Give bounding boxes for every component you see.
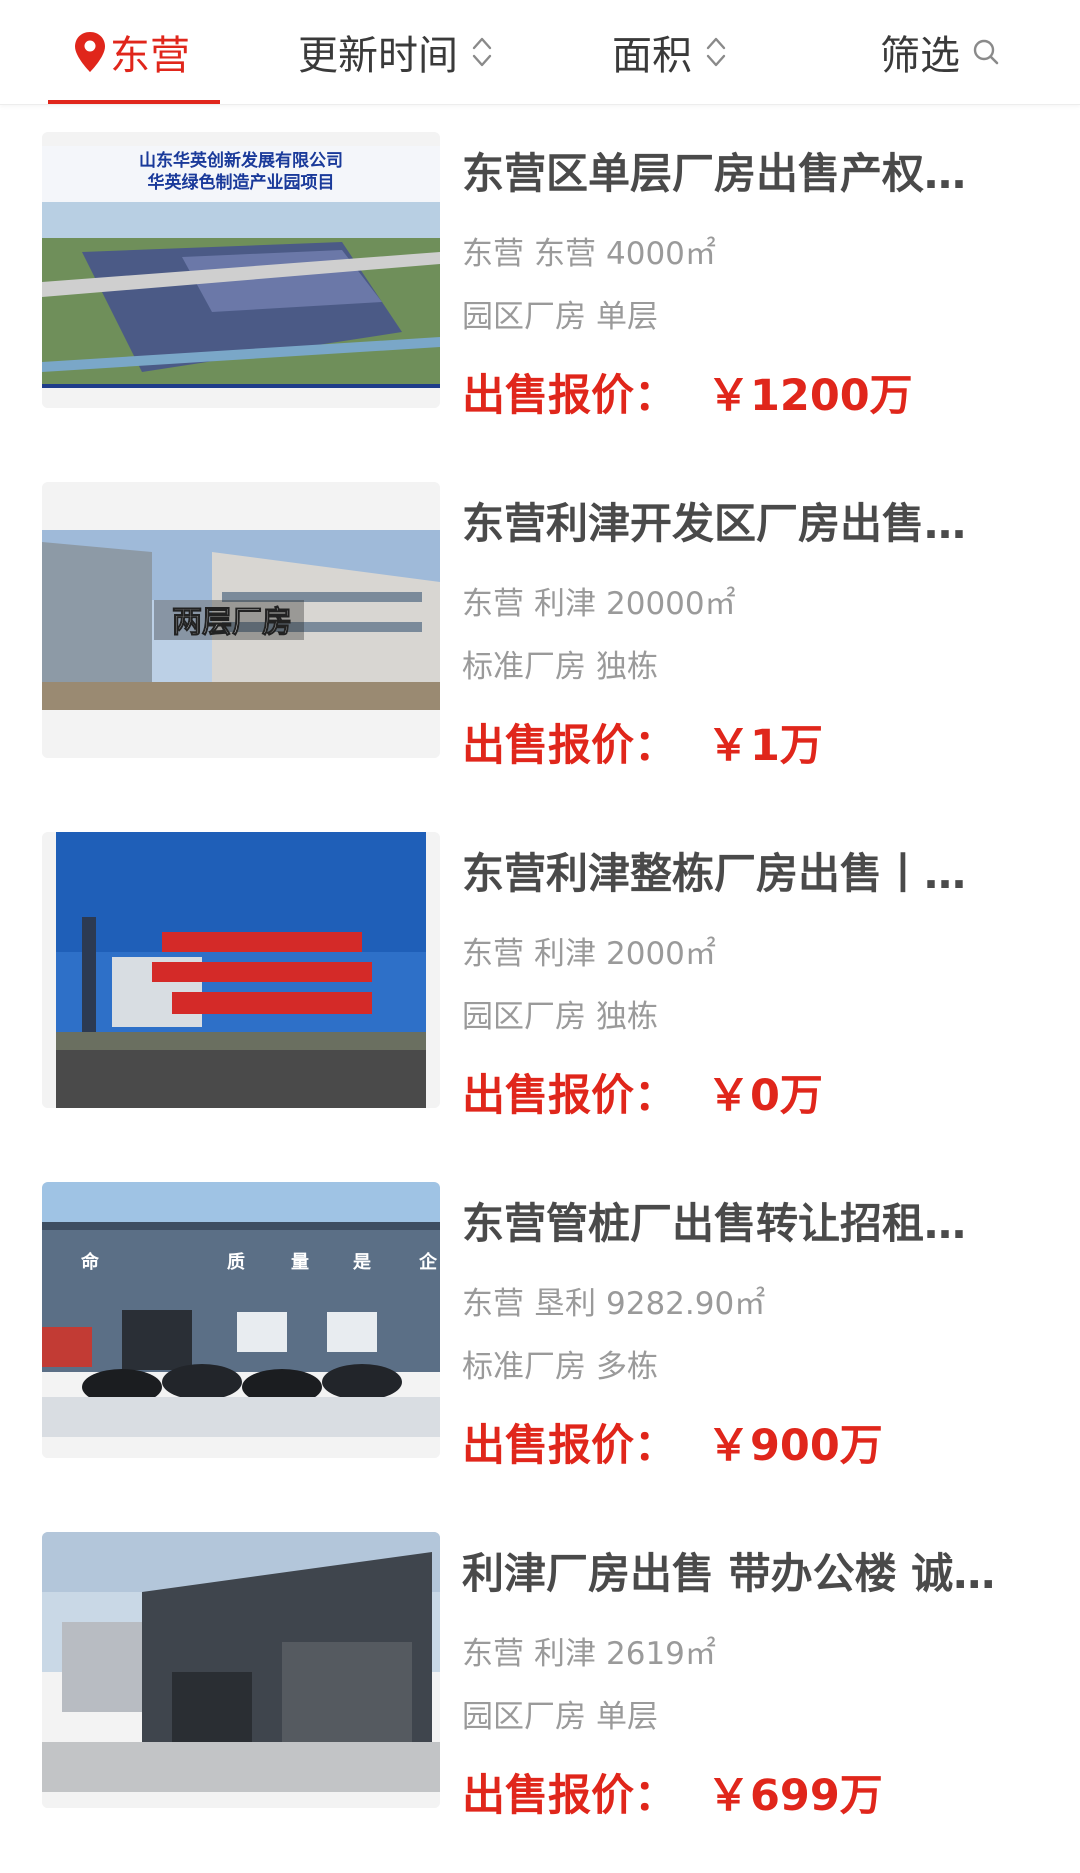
listing-card[interactable]: 山东华英创新发展有限公司 华英绿色制造产业园项目 东营区单层厂房出售产权… 东营… — [0, 104, 1080, 454]
wall-text: 质 — [227, 1252, 245, 1273]
image-caption: 山东华英创新发展有限公司 — [139, 150, 343, 170]
listing-building-type: 独栋 — [596, 649, 658, 685]
two-story-factory-image: 两层厂房 — [42, 482, 440, 758]
price-value: ￥0万 — [707, 1071, 823, 1121]
steel-shed-factory-image — [42, 1532, 440, 1808]
listing-location: 东营 利津 2000㎡ — [462, 934, 1022, 974]
wall-text: 命 — [81, 1251, 100, 1273]
listing-location: 东营 利津 2619㎡ — [462, 1634, 1022, 1674]
filter-bar: 东营 更新时间 面积 筛选 — [0, 0, 1080, 105]
listing-building-type: 多栋 — [596, 1349, 658, 1385]
price-label: 出售报价： — [462, 1421, 677, 1471]
listing-area: 4000㎡ — [606, 236, 716, 272]
listing-image — [42, 1532, 440, 1808]
listing-image: 两层厂房 — [42, 482, 440, 758]
price-value: ￥1200万 — [707, 371, 913, 421]
red-facade-building-image — [42, 832, 440, 1108]
listing-area: 9282.90㎡ — [606, 1286, 766, 1322]
listing-category: 园区厂房 — [462, 1699, 586, 1735]
listing-tags: 园区厂房 单层 — [462, 1697, 1022, 1737]
listing-card[interactable]: 东营利津整栋厂房出售丨… 东营 利津 2000㎡ 园区厂房 独栋 出售报价： ￥0万 — [0, 804, 1080, 1154]
listing-category: 标准厂房 — [462, 1349, 586, 1385]
sort-updown-icon — [706, 37, 726, 67]
sort-area-tab[interactable]: 面积 — [612, 0, 728, 104]
price-label: 出售报价： — [462, 371, 677, 421]
listing-location: 东营 垦利 9282.90㎡ — [462, 1284, 1022, 1324]
wall-text: 企 — [418, 1251, 438, 1273]
sort-updown-icon — [472, 37, 492, 67]
listing-title: 利津厂房出售 带办公楼 诚… — [462, 1549, 996, 1598]
sort-update-time-tab[interactable]: 更新时间 — [298, 0, 494, 104]
listing-city: 东营 — [462, 1636, 524, 1672]
listing-image: 山东华英创新发展有限公司 华英绿色制造产业园项目 — [42, 132, 440, 408]
listing-price: 出售报价： ￥1200万 — [462, 368, 913, 424]
industrial-park-aerial-image: 山东华英创新发展有限公司 华英绿色制造产业园项目 — [42, 132, 440, 408]
listing-district: 利津 — [534, 936, 596, 972]
price-label: 出售报价： — [462, 1071, 677, 1121]
image-caption: 华英绿色制造产业园项目 — [148, 172, 335, 192]
location-label: 东营 — [110, 33, 190, 79]
listing-price: 出售报价： ￥900万 — [462, 1418, 883, 1474]
price-value: ￥1万 — [707, 721, 823, 771]
listing-title: 东营利津整栋厂房出售丨… — [462, 849, 967, 898]
price-value: ￥699万 — [707, 1771, 883, 1821]
price-label: 出售报价： — [462, 1771, 677, 1821]
listing-title: 东营管桩厂出售转让招租… — [462, 1199, 967, 1248]
listing-tags: 园区厂房 独栋 — [462, 997, 1022, 1037]
listing-district: 东营 — [534, 236, 596, 272]
listing-city: 东营 — [462, 236, 524, 272]
listing-city: 东营 — [462, 1286, 524, 1322]
listing-category: 标准厂房 — [462, 649, 586, 685]
update-time-label: 更新时间 — [298, 33, 458, 79]
area-label: 面积 — [612, 33, 692, 79]
listing-location: 东营 东营 4000㎡ — [462, 234, 1022, 274]
listing-price: 出售报价： ￥1万 — [462, 718, 823, 774]
image-caption: 两层厂房 — [172, 605, 292, 640]
search-icon — [973, 39, 999, 65]
wall-text: 量 — [291, 1251, 309, 1273]
price-label: 出售报价： — [462, 721, 677, 771]
listing-city: 东营 — [462, 586, 524, 622]
listing-tags: 标准厂房 多栋 — [462, 1347, 1022, 1387]
listing-image: 命 质 量 是 企 — [42, 1182, 440, 1458]
listing-area: 2619㎡ — [606, 1636, 716, 1672]
listing-title: 东营利津开发区厂房出售… — [462, 499, 967, 548]
listing-tags: 园区厂房 单层 — [462, 297, 1022, 337]
listing-location: 东营 利津 20000㎡ — [462, 584, 1022, 624]
listing-building-type: 单层 — [596, 299, 658, 335]
listing-card[interactable]: 利津厂房出售 带办公楼 诚… 东营 利津 2619㎡ 园区厂房 单层 出售报价： ￥69… — [0, 1504, 1080, 1854]
listing-building-type: 独栋 — [596, 999, 658, 1035]
listing-area: 2000㎡ — [606, 936, 716, 972]
location-pin-icon — [75, 32, 105, 72]
listing-card[interactable]: 两层厂房 东营利津开发区厂房出售… 东营 利津 20000㎡ 标准厂房 独栋 出售报价… — [0, 454, 1080, 804]
listing-area: 20000㎡ — [606, 586, 736, 622]
listing-price: 出售报价： ￥699万 — [462, 1768, 883, 1824]
listing-district: 垦利 — [534, 1286, 596, 1322]
listing-price: 出售报价： ￥0万 — [462, 1068, 823, 1124]
listing-tags: 标准厂房 独栋 — [462, 647, 1022, 687]
listing-building-type: 单层 — [596, 1699, 658, 1735]
location-tab[interactable]: 东营 — [72, 0, 190, 104]
filter-label: 筛选 — [880, 33, 960, 79]
listing-title: 东营区单层厂房出售产权… — [462, 149, 967, 198]
wall-text: 是 — [352, 1252, 371, 1273]
listing-city: 东营 — [462, 936, 524, 972]
listing-category: 园区厂房 — [462, 999, 586, 1035]
price-value: ￥900万 — [707, 1421, 883, 1471]
listing-category: 园区厂房 — [462, 299, 586, 335]
listing-district: 利津 — [534, 586, 596, 622]
listing-image — [42, 832, 440, 1108]
listing-district: 利津 — [534, 1636, 596, 1672]
pipe-pile-factory-image: 命 质 量 是 企 — [42, 1182, 440, 1458]
filter-tab[interactable]: 筛选 — [880, 0, 1000, 104]
listing-card[interactable]: 命 质 量 是 企 东营管桩厂出售转让招租… 东营 垦利 9282.90㎡ 标准厂房… — [0, 1154, 1080, 1504]
